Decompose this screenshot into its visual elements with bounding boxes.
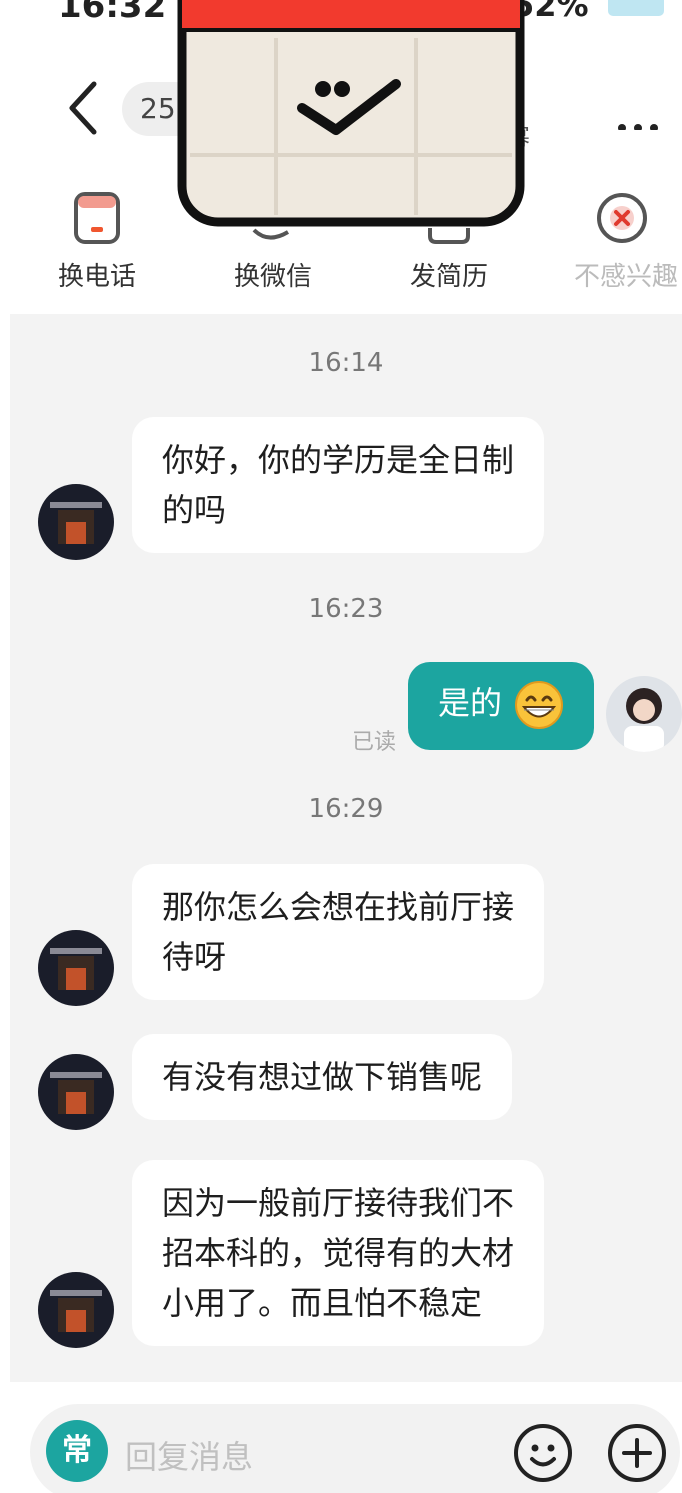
- status-time: 16:32: [58, 0, 167, 26]
- common-phrases-button[interactable]: 常: [46, 1420, 108, 1482]
- action-label: 发简历: [409, 262, 488, 292]
- message-line: 的吗: [162, 491, 227, 529]
- exchange-phone-button[interactable]: 换电话: [32, 180, 162, 300]
- contact-title-text: 25: [140, 92, 176, 125]
- chevron-left-icon: [69, 81, 97, 135]
- chat-timestamp: 16:14: [308, 348, 384, 378]
- message-input[interactable]: 常 回复消息: [30, 1404, 680, 1493]
- emoji-button[interactable]: [512, 1422, 574, 1484]
- more-input-button[interactable]: [606, 1422, 668, 1484]
- calendar-smile-icon: [177, 0, 525, 227]
- more-dots-icon: [618, 124, 658, 132]
- action-label: 换电话: [57, 262, 136, 292]
- message-line: 小用了。而且怕不稳定: [162, 1284, 483, 1322]
- recruiter-avatar[interactable]: [38, 484, 114, 560]
- read-receipt: 已读: [352, 730, 397, 755]
- battery-icon: [608, 0, 664, 16]
- smiley-icon: [514, 1424, 572, 1482]
- message-bubble-received[interactable]: 有没有想过做下销售呢: [132, 1034, 513, 1120]
- message-line: 待呀: [162, 938, 227, 976]
- recruiter-avatar[interactable]: [38, 1272, 114, 1348]
- message-text: 是的: [438, 684, 503, 722]
- my-avatar[interactable]: [606, 676, 682, 752]
- calendar-sticker: [176, 0, 526, 228]
- message-input-placeholder: 回复消息: [125, 1438, 254, 1476]
- not-interested-button[interactable]: 不感兴趣: [558, 180, 682, 300]
- recruiter-avatar[interactable]: [38, 930, 114, 1006]
- plus-circle-icon: [608, 1424, 666, 1482]
- more-options-button[interactable]: [610, 80, 666, 132]
- action-label: 换微信: [233, 262, 312, 292]
- message-line: 有没有想过做下销售呢: [162, 1058, 483, 1096]
- recruiter-avatar[interactable]: [38, 1054, 114, 1130]
- input-bar: 常 回复消息: [0, 1382, 682, 1493]
- message-bubble-sent[interactable]: 是的: [408, 662, 595, 750]
- chat-timestamp: 16:29: [308, 794, 384, 824]
- action-label: 不感兴趣: [573, 262, 678, 292]
- message-line: 因为一般前厅接待我们不: [162, 1184, 515, 1222]
- chat-timestamp: 16:23: [308, 594, 384, 624]
- message-line: 你好，你的学历是全日制: [162, 441, 515, 479]
- message-line: 招本科的，觉得有的大材: [162, 1234, 515, 1272]
- message-line: 那你怎么会想在找前厅接: [162, 888, 515, 926]
- chat-area[interactable]: 16:14 你好，你的学历是全日制 的吗 16:23 已读 是的 16:29 那…: [10, 314, 682, 1382]
- message-bubble-received[interactable]: 因为一般前厅接待我们不 招本科的，觉得有的大材 小用了。而且怕不稳定: [132, 1160, 545, 1346]
- grinning-face-icon: [515, 681, 564, 729]
- message-bubble-received[interactable]: 那你怎么会想在找前厅接 待呀: [132, 864, 545, 1000]
- message-bubble-received[interactable]: 你好，你的学历是全日制 的吗: [132, 417, 545, 553]
- back-button[interactable]: [60, 78, 110, 138]
- phone-card-icon: [72, 190, 122, 246]
- not-interested-icon: [594, 190, 647, 246]
